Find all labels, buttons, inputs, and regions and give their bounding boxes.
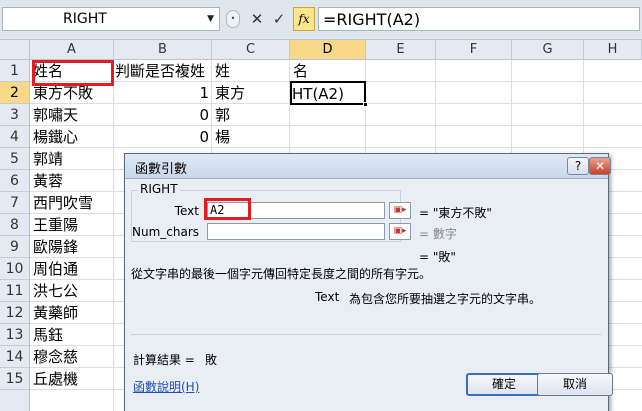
cell-d2: HT(A2) [292,85,344,103]
highlight-box-a2 [32,60,114,86]
row-header-13[interactable]: 13 [0,324,30,346]
row-header-16[interactable] [0,390,30,411]
row-header-7[interactable]: 7 [0,192,30,214]
cancel-icon[interactable]: ✕ [248,9,266,29]
collapse-dialog-icon[interactable]: ▣▸ [389,202,411,219]
num-chars-arg-input[interactable] [207,223,385,240]
cell-c2[interactable]: 東方 [212,82,290,104]
row-header-6[interactable]: 6 [0,170,30,192]
function-arguments-dialog: 函數引數 ? ✕ RIGHT Text A2 ▣▸ = "東方不敗" Num_c… [124,153,613,411]
cell-a3[interactable]: 郭嘯天 [30,104,114,126]
row-header-2[interactable]: 2 [0,82,30,104]
formula-result-inline: = "敗" [419,250,456,264]
dialog-separator [131,334,601,335]
arg-help-name: Text [315,290,340,304]
calc-result-value: 敗 [205,353,218,367]
name-box[interactable]: RIGHT ▼ [2,7,220,31]
grip-icon[interactable]: • [226,10,240,28]
ok-button[interactable]: 確定 [466,373,542,396]
row-header-12[interactable]: 12 [0,302,30,324]
row-header-15[interactable]: 15 [0,368,30,390]
arg1-label: Text [174,204,199,218]
cell-c1[interactable]: 姓 [212,60,290,82]
highlight-box-text-arg [204,198,251,220]
row-header-11[interactable]: 11 [0,280,30,302]
column-header-f[interactable]: F [436,40,512,60]
arg1-result: = "東方不敗" [419,206,492,220]
confirm-icon[interactable]: ✓ [270,9,288,29]
cell-a10[interactable]: 周伯通 [30,258,114,280]
cell-b1[interactable]: 判斷是否複姓 [112,60,212,82]
formula-buttons: • ✕ ✓ fx [222,7,315,31]
cell-b2[interactable]: 1 [112,82,212,104]
cell-c4[interactable]: 楊 [212,126,290,148]
dialog-titlebar[interactable]: 函數引數 ? ✕ [125,154,611,179]
arg-help-text: 為包含您所要抽選之字元的文字串。 [349,292,542,306]
cell-b3[interactable]: 0 [112,104,212,126]
cell-a4[interactable]: 楊鐵心 [30,126,114,148]
row-header-5[interactable]: 5 [0,148,30,170]
column-header-b[interactable]: B [114,40,212,60]
column-header-h[interactable]: H [584,40,642,60]
cell-d1[interactable]: 名 [290,60,366,82]
cell-a8[interactable]: 王重陽 [30,214,114,236]
function-name: RIGHT [138,182,180,196]
cell-b4[interactable]: 0 [112,126,212,148]
excel-window: RIGHT ▼ • ✕ ✓ fx =RIGHT(A2) A B C D E F … [0,0,642,411]
row-header-8[interactable]: 8 [0,214,30,236]
function-description: 從文字串的最後一個字元傳回特定長度之間的所有字元。 [131,267,432,281]
calc-result-label: 計算結果 = [133,353,195,367]
arg2-result: = 數字 [419,227,457,241]
column-header-d[interactable]: D [290,40,366,60]
select-all-corner[interactable] [0,40,30,60]
row-header-1[interactable]: 1 [0,60,30,82]
row-header-10[interactable]: 10 [0,258,30,280]
cell-a12[interactable]: 黃藥師 [30,302,114,324]
arg2-label: Num_chars [131,225,199,239]
function-help-link[interactable]: 函數說明(H) [133,378,199,395]
cell-a9[interactable]: 歐陽鋒 [30,236,114,258]
collapse-dialog-icon[interactable]: ▣▸ [389,223,411,240]
row-header-4[interactable]: 4 [0,126,30,148]
active-cell-d2[interactable]: HT(A2) [290,81,368,107]
cancel-button[interactable]: 取消 [537,373,613,396]
cell-a6[interactable]: 黃蓉 [30,170,114,192]
help-button[interactable]: ? [567,157,589,175]
formula-bar: RIGHT ▼ • ✕ ✓ fx =RIGHT(A2) [0,0,642,40]
cell-a13[interactable]: 馬鈺 [30,324,114,346]
column-header-c[interactable]: C [212,40,290,60]
cell-a5[interactable]: 郭靖 [30,148,114,170]
insert-function-button[interactable]: fx [293,7,315,31]
close-button[interactable]: ✕ [589,157,611,175]
dialog-title: 函數引數 [135,162,188,177]
row-header-9[interactable]: 9 [0,236,30,258]
cell-a11[interactable]: 洪七公 [30,280,114,302]
name-box-value: RIGHT [63,11,107,27]
cell-a7[interactable]: 西門吹雪 [30,192,114,214]
column-header-e[interactable]: E [366,40,436,60]
chevron-down-icon[interactable]: ▼ [207,14,214,24]
column-header-a[interactable]: A [30,40,114,60]
row-header-14[interactable]: 14 [0,346,30,368]
cell-a15[interactable]: 丘處機 [30,368,114,390]
formula-input[interactable]: =RIGHT(A2) [318,7,640,31]
fill-handle[interactable] [363,102,368,107]
column-header-g[interactable]: G [512,40,584,60]
formula-text: =RIGHT(A2) [323,10,421,29]
cell-a14[interactable]: 穆念慈 [30,346,114,368]
row-header-3[interactable]: 3 [0,104,30,126]
cell-c3[interactable]: 郭 [212,104,290,126]
